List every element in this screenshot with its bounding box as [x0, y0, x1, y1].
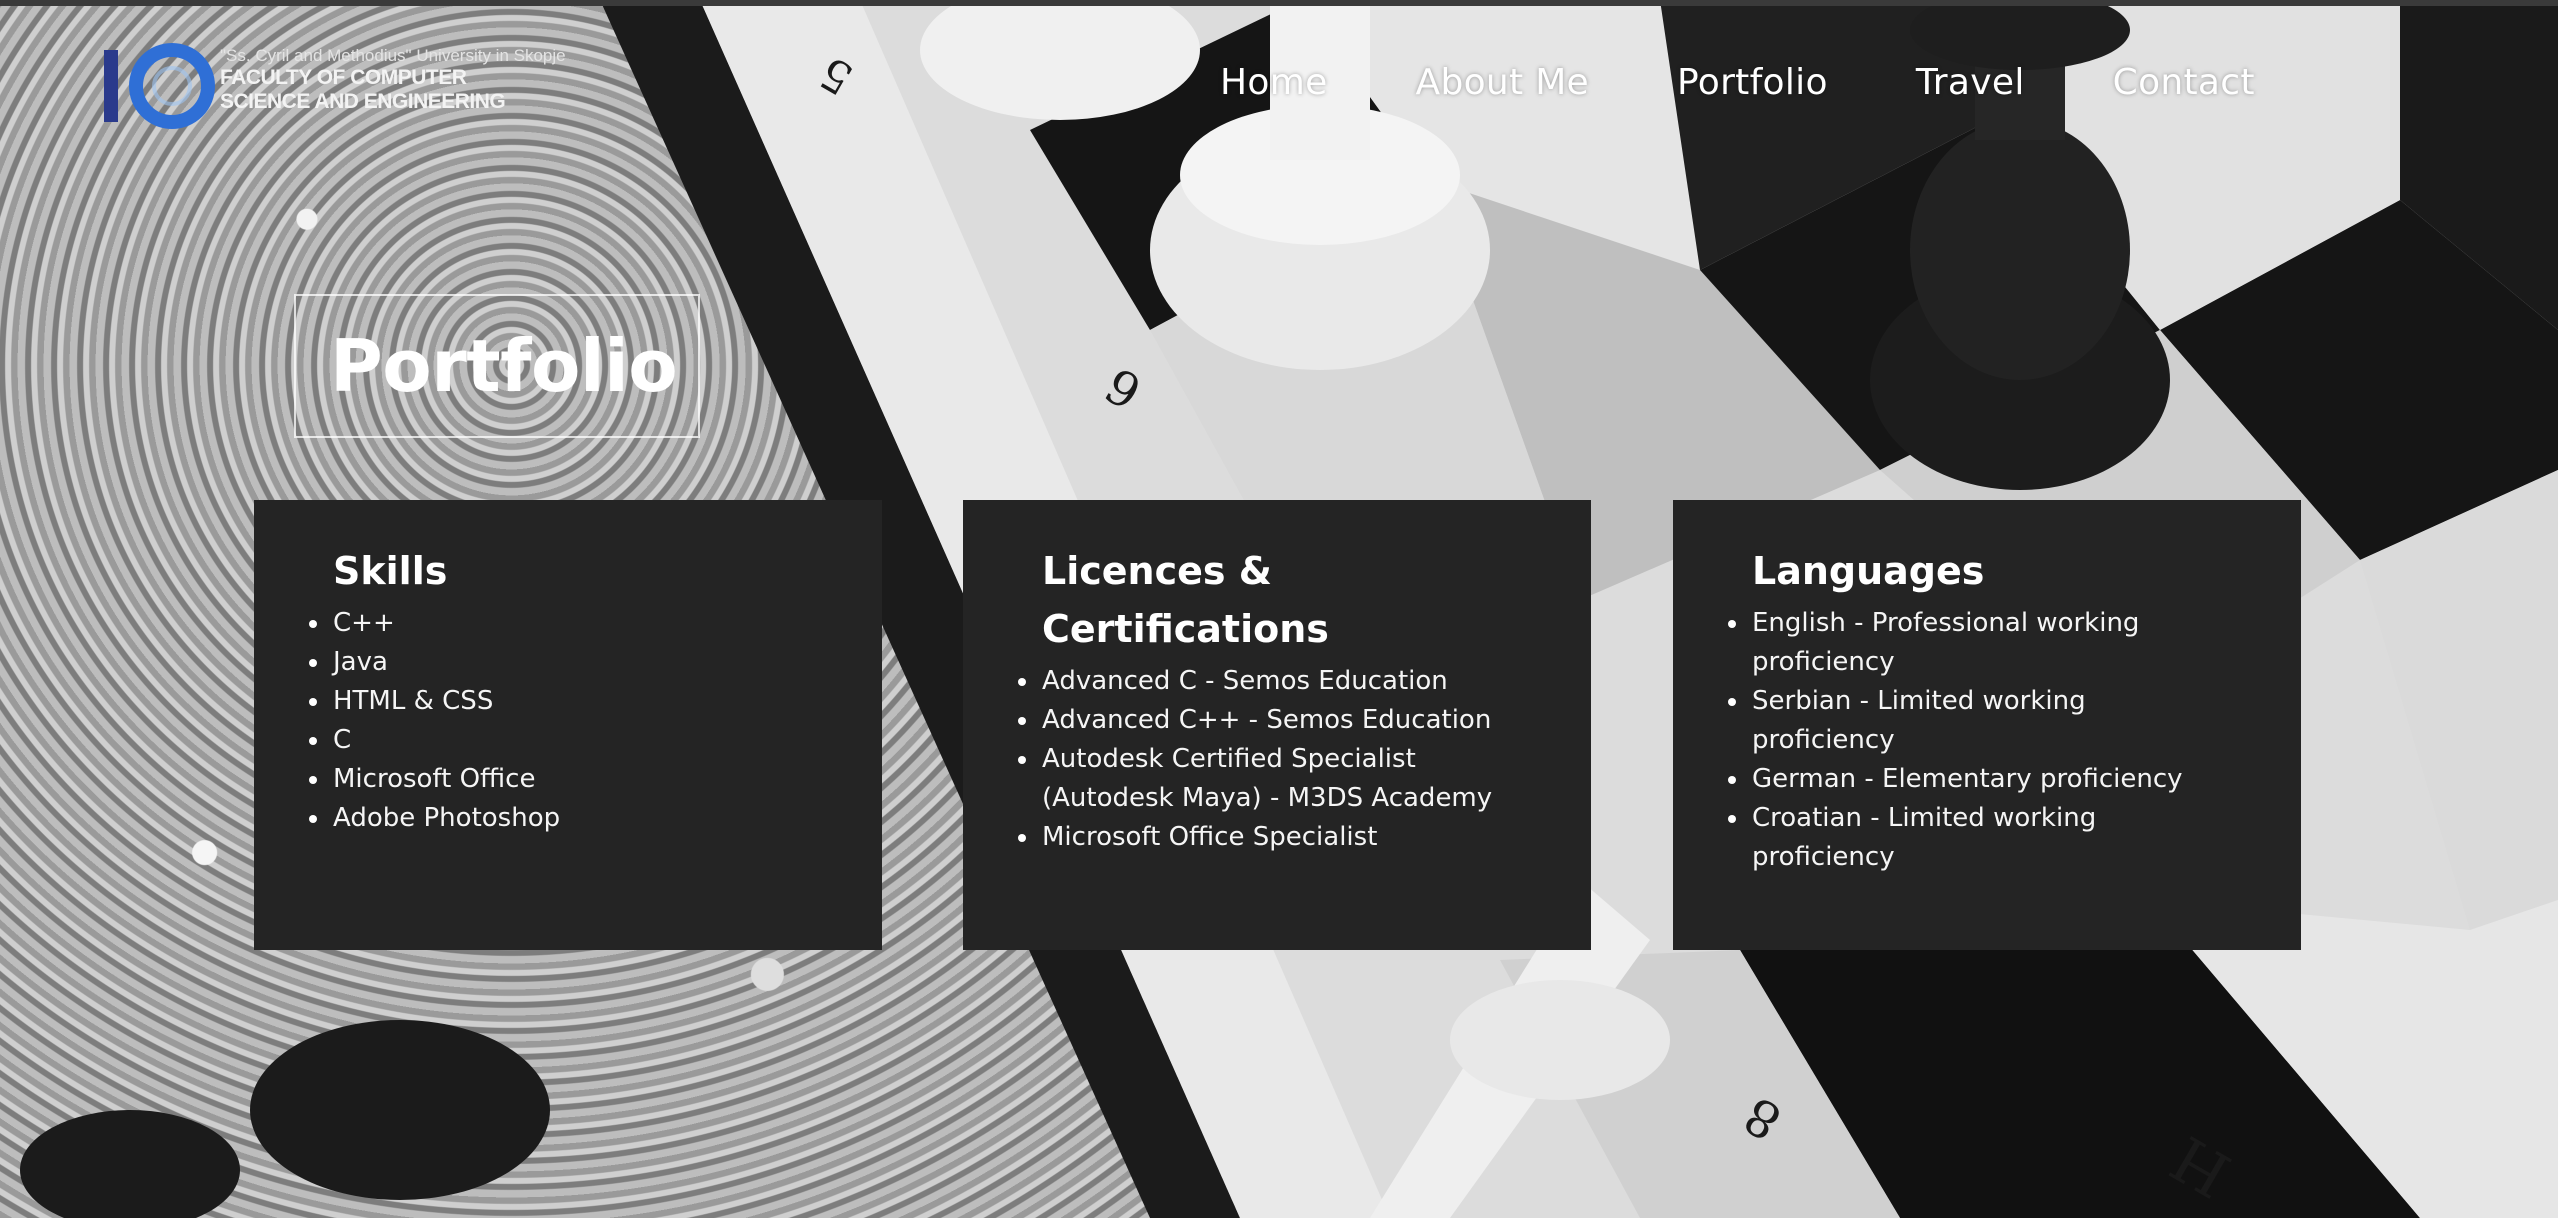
list-item: Autodesk Certified Specialist (Autodesk … — [1018, 740, 1551, 818]
list-item: C++ — [309, 604, 842, 643]
page-title: Portfolio — [330, 324, 678, 408]
languages-title: Languages — [1752, 549, 1985, 593]
languages-list: English - Professional working proficien… — [1728, 604, 2261, 877]
licences-title-line2: Certifications — [1042, 607, 1329, 651]
nav-about-me[interactable]: About Me — [1416, 62, 1590, 118]
fcse-logo-icon — [104, 43, 215, 129]
portfolio-page: 5 6 8 H "Ss. Cyril and Methodius" Univer… — [0, 0, 2558, 1218]
logo-faculty-line2: SCIENCE AND ENGINEERING — [220, 90, 506, 113]
list-item-line: Autodesk Certified Specialist — [1042, 744, 1416, 774]
skills-list: C++ Java HTML & CSS C Microsoft Office A… — [309, 604, 842, 838]
licences-list: Advanced C - Semos Education Advanced C+… — [1018, 662, 1551, 857]
nav-home[interactable]: Home — [1220, 62, 1328, 118]
list-item: Advanced C - Semos Education — [1018, 662, 1551, 701]
licences-card: Licences & Certifications Advanced C - S… — [963, 500, 1591, 950]
list-item-line: Serbian - Limited working — [1752, 686, 2086, 716]
nav-portfolio[interactable]: Portfolio — [1677, 62, 1828, 118]
page-title-box: Portfolio — [294, 294, 700, 438]
list-item-line: Croatian - Limited working — [1752, 803, 2097, 833]
list-item: Adobe Photoshop — [309, 799, 842, 838]
list-item: English - Professional working proficien… — [1728, 604, 2261, 682]
list-item: Microsoft Office Specialist — [1018, 818, 1551, 857]
list-item-line: proficiency — [1752, 647, 1895, 677]
nav-travel[interactable]: Travel — [1916, 62, 2025, 118]
window-top-edge — [0, 0, 2558, 6]
faculty-logo[interactable]: "Ss. Cyril and Methodius" University in … — [100, 42, 590, 138]
licences-title-line1: Licences & — [1042, 549, 1272, 593]
logo-text: "Ss. Cyril and Methodius" University in … — [220, 46, 566, 114]
list-item: Java — [309, 643, 842, 682]
list-item: HTML & CSS — [309, 682, 842, 721]
list-item-line: proficiency — [1752, 842, 1895, 872]
skills-card: Skills C++ Java HTML & CSS C Microsoft O… — [254, 500, 882, 950]
languages-card: Languages English - Professional working… — [1673, 500, 2301, 950]
skills-title: Skills — [333, 549, 448, 593]
list-item: Advanced C++ - Semos Education — [1018, 701, 1551, 740]
licences-title: Licences & Certifications — [1042, 542, 1551, 658]
logo-faculty-line1: FACULTY OF COMPUTER — [220, 66, 467, 89]
list-item-line: English - Professional working — [1752, 608, 2140, 638]
nav-contact[interactable]: Contact — [2113, 62, 2255, 118]
logo-university-name: "Ss. Cyril and Methodius" University in … — [220, 46, 566, 65]
list-item: Croatian - Limited working proficiency — [1728, 799, 2261, 877]
list-item: Microsoft Office — [309, 760, 842, 799]
list-item: German - Elementary proficiency — [1728, 760, 2261, 799]
list-item-line: (Autodesk Maya) - M3DS Academy — [1042, 783, 1493, 813]
list-item-line: proficiency — [1752, 725, 1895, 755]
list-item: Serbian - Limited working proficiency — [1728, 682, 2261, 760]
list-item: C — [309, 721, 842, 760]
main-nav: Home About Me Portfolio Travel Contact — [1220, 62, 2255, 118]
